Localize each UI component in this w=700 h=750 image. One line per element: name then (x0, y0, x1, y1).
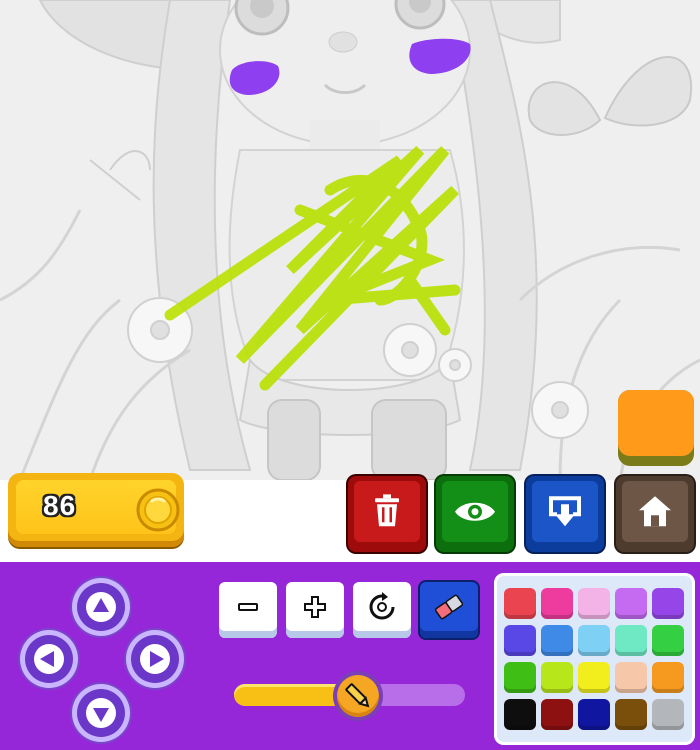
color-swatch[interactable] (504, 699, 536, 730)
color-swatch[interactable] (652, 588, 684, 619)
dpad-up-button[interactable] (72, 578, 130, 636)
color-swatch[interactable] (615, 588, 647, 619)
plus-icon (304, 595, 326, 618)
color-swatch[interactable] (615, 625, 647, 656)
pencil-icon (345, 683, 370, 708)
minus-icon (238, 602, 258, 611)
coin-count: 86 (43, 490, 77, 521)
color-swatch[interactable] (578, 662, 610, 693)
coin-icon (136, 488, 180, 532)
color-swatch[interactable] (541, 662, 573, 693)
arrow-down-icon (93, 708, 109, 722)
rotate-icon (369, 591, 395, 620)
color-swatch[interactable] (578, 699, 610, 730)
color-swatch[interactable] (652, 662, 684, 693)
current-color-swatch[interactable] (618, 390, 694, 466)
home-icon (639, 496, 671, 527)
preview-button[interactable] (436, 476, 514, 552)
eye-icon (455, 502, 495, 521)
color-swatch[interactable] (578, 625, 610, 656)
color-palette (494, 573, 695, 745)
color-swatch[interactable] (578, 588, 610, 619)
zoom-out-button[interactable] (219, 582, 277, 638)
eraser-button[interactable] (420, 582, 478, 638)
color-swatch[interactable] (615, 662, 647, 693)
drawing-canvas[interactable] (0, 0, 700, 480)
arrow-right-icon (150, 651, 164, 667)
dpad-down-button[interactable] (72, 684, 130, 742)
dpad-left-button[interactable] (20, 630, 78, 688)
color-swatch[interactable] (504, 625, 536, 656)
reset-button[interactable] (353, 582, 411, 638)
trash-icon (375, 494, 399, 527)
eraser-icon (434, 594, 464, 619)
download-icon (549, 496, 581, 527)
color-swatch[interactable] (541, 699, 573, 730)
color-swatch[interactable] (652, 625, 684, 656)
home-button[interactable] (616, 476, 694, 552)
brush-size-handle[interactable] (333, 671, 383, 721)
dpad-right-button[interactable] (126, 630, 184, 688)
color-swatch[interactable] (541, 588, 573, 619)
color-swatch[interactable] (504, 588, 536, 619)
color-swatch[interactable] (652, 699, 684, 730)
arrow-left-icon (40, 651, 54, 667)
line-art-illustration (0, 0, 700, 480)
arrow-up-icon (93, 598, 109, 612)
color-swatch[interactable] (541, 625, 573, 656)
current-color-fill (618, 390, 694, 456)
color-swatch[interactable] (615, 699, 647, 730)
delete-button[interactable] (348, 476, 426, 552)
zoom-in-button[interactable] (286, 582, 344, 638)
save-button[interactable] (526, 476, 604, 552)
color-swatch[interactable] (504, 662, 536, 693)
